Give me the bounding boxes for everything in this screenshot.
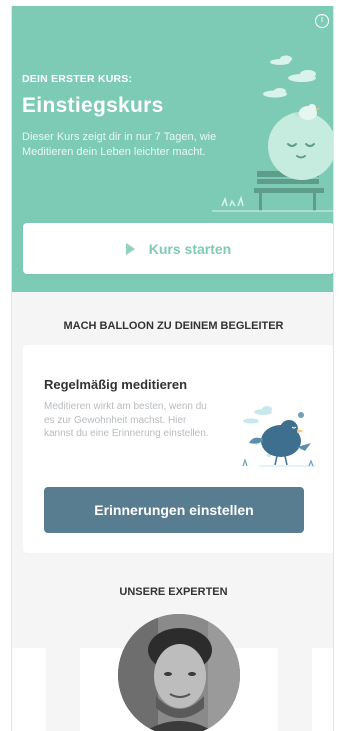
play-icon — [125, 242, 135, 255]
meditation-balloon-illustration — [212, 55, 333, 212]
hero-kicker: DEIN ERSTER KURS: — [22, 73, 133, 85]
bird-illustration — [242, 406, 315, 467]
balloon-section-title: MACH BALLOON ZU DEINEM BEGLEITER — [63, 320, 284, 332]
start-course-button[interactable]: Kurs starten — [23, 223, 333, 274]
expert-portrait-image — [118, 614, 240, 731]
reminder-card: Regelmäßig meditieren Meditieren wirkt a… — [23, 345, 333, 553]
expert-card-previous[interactable] — [12, 648, 46, 731]
experts-section-title: UNSERE EXPERTEN — [119, 586, 228, 598]
course-description: Dieser Kurs zeigt dir in nur 7 Tagen, wi… — [22, 131, 217, 158]
course-hero: i DEIN ERSTER KURS: Einstiegskurs Dieser… — [12, 6, 333, 292]
reminder-card-title: Regelmäßig meditieren — [44, 377, 188, 392]
info-icon[interactable]: i — [315, 14, 329, 28]
expert-avatar[interactable] — [118, 614, 240, 731]
start-course-label: Kurs starten — [148, 240, 232, 257]
course-title: Einstiegskurs — [22, 94, 164, 117]
set-reminders-button[interactable]: Erinnerungen einstellen — [44, 487, 304, 533]
reminder-card-description: Meditieren wirkt am besten, wenn du es z… — [44, 401, 209, 439]
expert-card-next[interactable] — [312, 648, 333, 731]
app-screen: i DEIN ERSTER KURS: Einstiegskurs Dieser… — [11, 6, 334, 731]
